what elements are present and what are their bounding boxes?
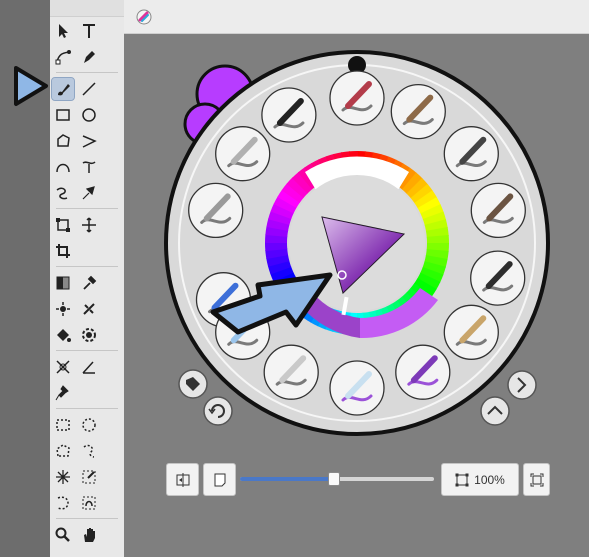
fit-window-button[interactable] bbox=[523, 463, 550, 496]
zoom-label: 100% bbox=[474, 472, 505, 487]
collapse-button[interactable] bbox=[480, 396, 510, 426]
round-brush-slot[interactable] bbox=[390, 83, 446, 140]
next-button[interactable] bbox=[507, 370, 537, 400]
fit-icon bbox=[455, 473, 469, 486]
fit-window-icon bbox=[530, 473, 543, 486]
marker-pen-slot[interactable] bbox=[329, 70, 385, 126]
pencil-slot[interactable] bbox=[261, 87, 317, 143]
zoom-slider-thumb[interactable] bbox=[328, 472, 341, 486]
flat-brush-slot[interactable] bbox=[443, 126, 499, 182]
liquid-brush-slot[interactable] bbox=[329, 360, 385, 416]
page-icon bbox=[214, 473, 225, 486]
brush-tag-button[interactable] bbox=[178, 369, 208, 399]
flip-canvas-button[interactable] bbox=[166, 463, 199, 496]
zoom-slider[interactable] bbox=[240, 472, 434, 486]
refresh-button[interactable] bbox=[203, 396, 233, 426]
blender-brush-slot[interactable] bbox=[263, 344, 319, 400]
watercolour-brush-slot[interactable] bbox=[395, 344, 451, 400]
stroke-brush-slot[interactable] bbox=[470, 250, 526, 306]
detail-brush-slot[interactable] bbox=[443, 304, 499, 360]
new-page-button[interactable] bbox=[203, 463, 236, 496]
zoom-percent-button[interactable]: 100% bbox=[441, 463, 519, 496]
smudge-brush-slot[interactable] bbox=[188, 182, 244, 239]
airbrush-slot[interactable] bbox=[215, 126, 271, 182]
fan-brush-slot[interactable] bbox=[470, 182, 526, 239]
zoom-slider-fill bbox=[240, 477, 334, 481]
flip-icon bbox=[176, 472, 189, 487]
